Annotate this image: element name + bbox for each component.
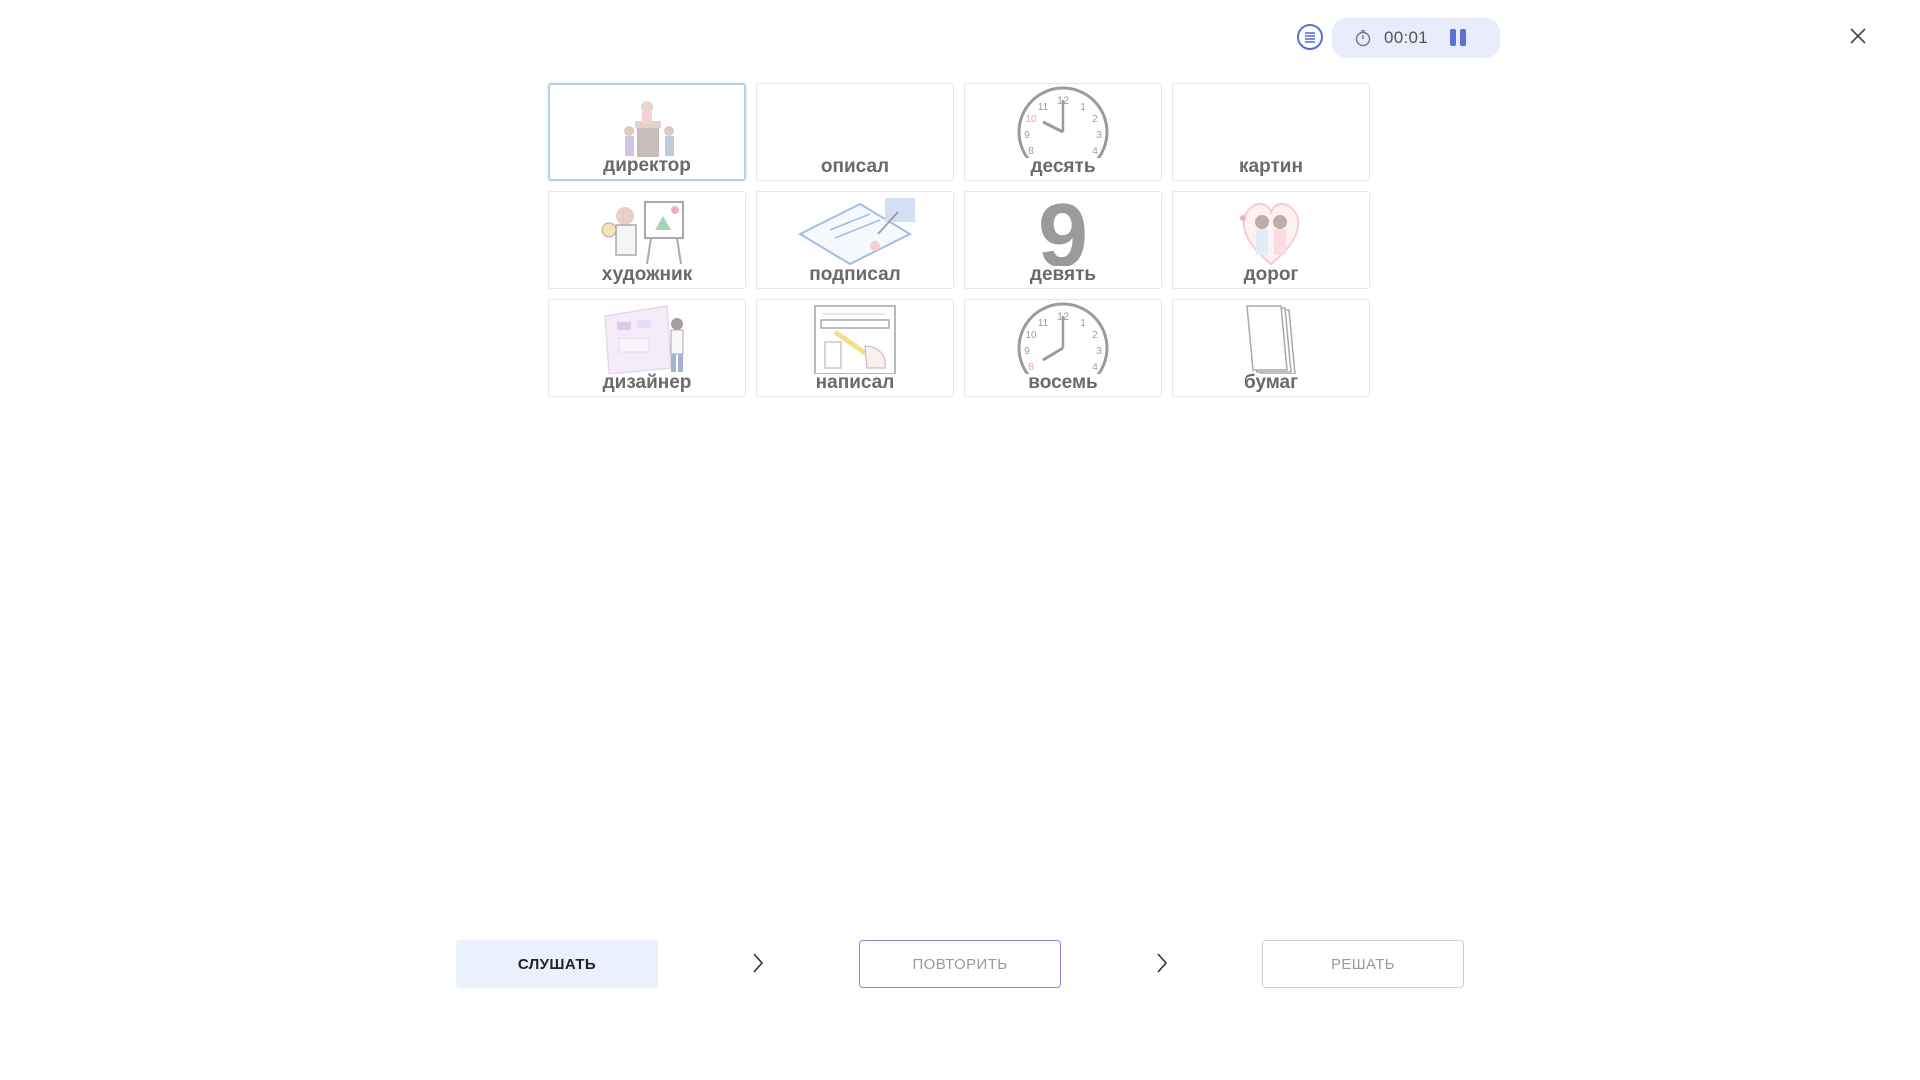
clock-eight-image: 12 1 2 3 4 11 10 9 8: [965, 302, 1161, 374]
close-icon[interactable]: [1846, 24, 1870, 48]
chevron-right-icon: [753, 953, 764, 973]
signing-document-image: [757, 194, 953, 266]
word-card[interactable]: подписал: [756, 191, 954, 289]
digit-nine-image: 9: [965, 194, 1161, 266]
word-card[interactable]: дизайнер: [548, 299, 746, 397]
stopwatch-icon: [1355, 30, 1371, 47]
svg-text:11: 11: [1038, 318, 1049, 329]
svg-text:2: 2: [1092, 330, 1098, 341]
svg-text:1: 1: [1080, 102, 1086, 113]
word-label: подписал: [809, 264, 901, 285]
svg-text:9: 9: [1024, 346, 1030, 357]
svg-text:1: 1: [1080, 318, 1086, 329]
menu-button[interactable]: [1297, 24, 1323, 50]
word-card[interactable]: 12 1 2 3 4 11 10 9 8 восемь: [964, 299, 1162, 397]
word-card[interactable]: дорог: [1172, 191, 1370, 289]
word-label: восемь: [1028, 372, 1098, 393]
word-label: художник: [601, 264, 693, 285]
svg-text:2: 2: [1092, 114, 1098, 125]
listen-button[interactable]: СЛУШАТЬ: [456, 940, 658, 988]
svg-text:10: 10: [1025, 330, 1037, 341]
word-label: дорог: [1243, 264, 1299, 285]
word-label: десять: [1030, 156, 1096, 177]
chevron-right-icon: [1157, 953, 1168, 973]
word-label: описал: [820, 156, 890, 177]
timer: 00:01: [1332, 18, 1500, 58]
word-card[interactable]: описал: [756, 83, 954, 181]
designer-illustration: [549, 302, 745, 374]
word-card[interactable]: картин: [1172, 83, 1370, 181]
svg-text:10: 10: [1025, 114, 1037, 125]
word-card[interactable]: бумаг: [1172, 299, 1370, 397]
word-grid: директор описал 12 1 2 3 4 11 10 9 8 дес…: [548, 83, 1370, 397]
repeat-button[interactable]: ПОВТОРИТЬ: [859, 940, 1061, 988]
svg-text:3: 3: [1096, 346, 1102, 357]
timer-value: 00:01: [1384, 28, 1429, 47]
painter-illustration: [549, 194, 745, 266]
couple-heart-image: [1173, 194, 1369, 266]
paper-stack-image: [1173, 302, 1369, 374]
people-illustration: [550, 87, 744, 159]
svg-text:11: 11: [1038, 102, 1049, 113]
word-card[interactable]: 9 девять: [964, 191, 1162, 289]
word-label: дизайнер: [602, 372, 692, 393]
word-label: картин: [1239, 156, 1303, 177]
list-icon: [1305, 32, 1315, 43]
svg-text:9: 9: [1024, 130, 1030, 141]
word-label: директор: [603, 155, 691, 176]
word-card[interactable]: написал: [756, 299, 954, 397]
pause-button[interactable]: [1450, 29, 1468, 47]
svg-text:3: 3: [1096, 130, 1102, 141]
pause-icon: [1450, 29, 1457, 46]
svg-text:9: 9: [1038, 194, 1088, 266]
solve-button[interactable]: РЕШАТЬ: [1262, 940, 1464, 988]
word-label: девять: [1029, 264, 1097, 285]
word-label: бумаг: [1243, 372, 1299, 393]
word-card[interactable]: директор: [548, 83, 746, 181]
writing-form-image: [757, 302, 953, 374]
word-label: написал: [815, 372, 895, 393]
clock-ten-image: 12 1 2 3 4 11 10 9 8: [965, 86, 1161, 158]
word-card[interactable]: 12 1 2 3 4 11 10 9 8 десять: [964, 83, 1162, 181]
word-card[interactable]: художник: [548, 191, 746, 289]
